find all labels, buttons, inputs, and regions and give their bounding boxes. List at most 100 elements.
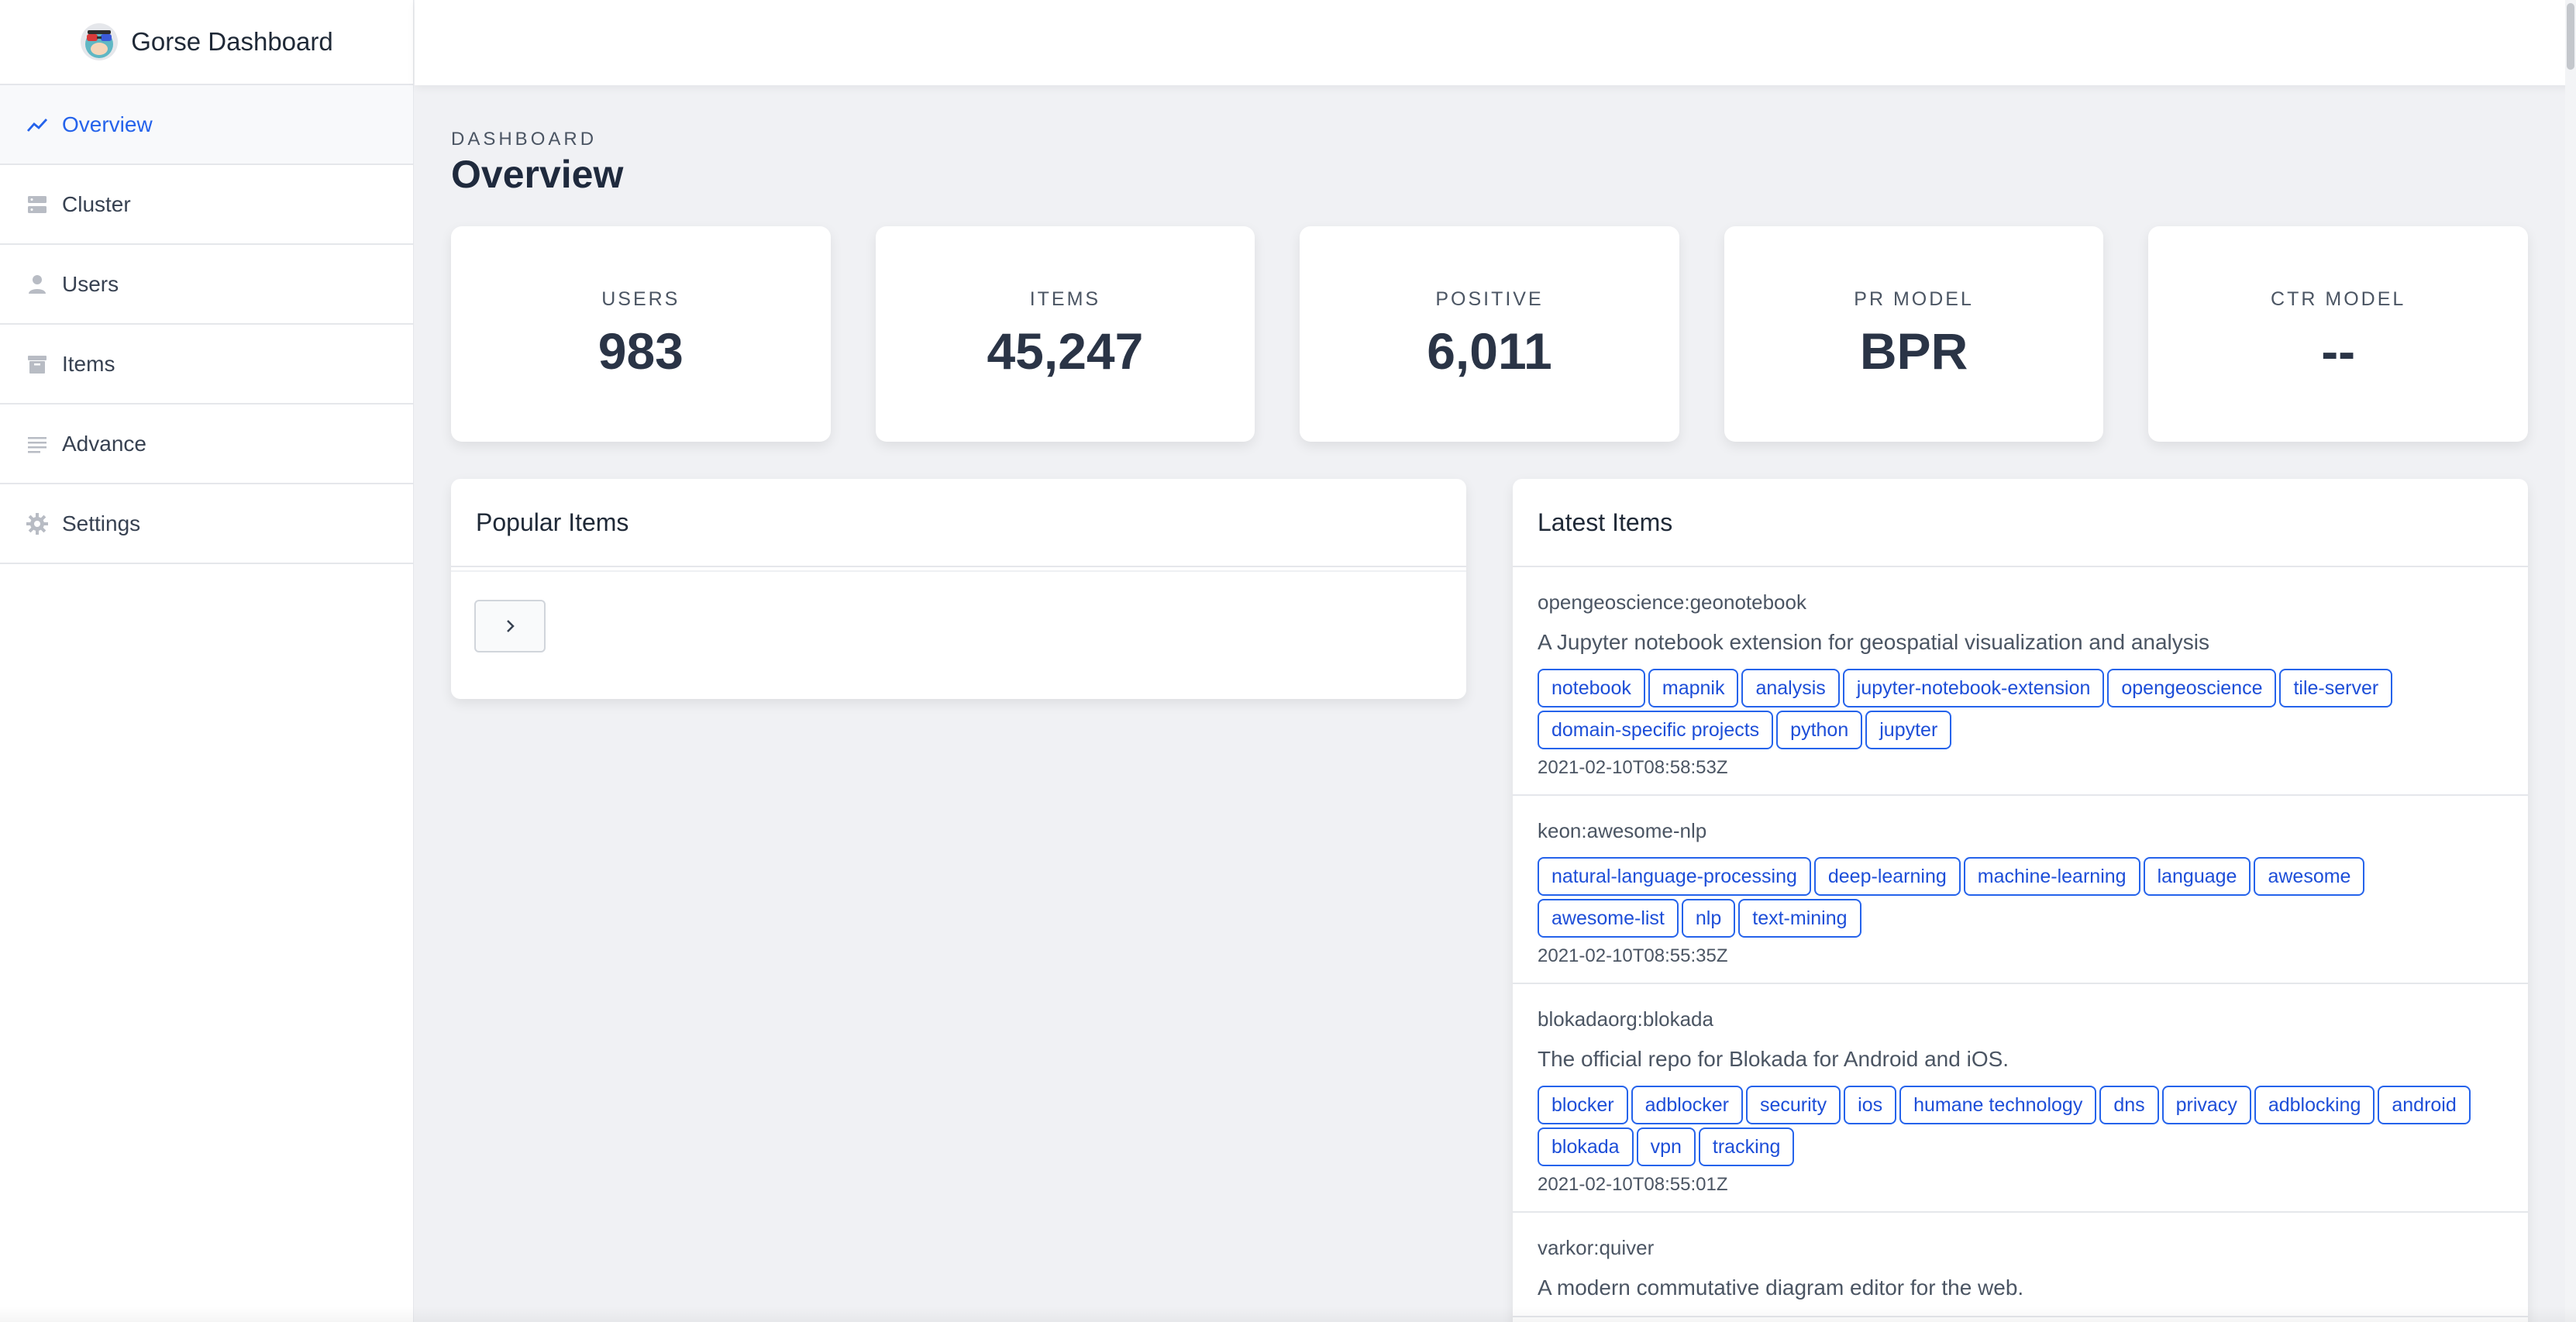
stat-card-ctr-model: CTR MODEL -- [2148,226,2528,442]
item-name: keon:awesome-nlp [1538,819,1707,842]
item-tag[interactable]: adblocking [2254,1086,2375,1124]
gorse-logo-icon [81,23,119,60]
chevron-right-icon [507,620,515,632]
item-tag[interactable]: android [2378,1086,2471,1124]
stats-row: USERS 983 ITEMS 45,247 POSITIVE 6,011 PR MODEL… [451,226,2528,442]
item-tag[interactable]: text-mining [1738,899,1861,938]
latest-items-panel: Latest Items opengeoscience:geonotebook A… [1513,479,2528,1322]
content-row: Popular Items Latest Items opengeoscienc… [451,479,2528,1322]
item-tag[interactable]: jupyter [1865,711,1952,749]
item-tag[interactable]: ios [1844,1086,1897,1124]
item-tag[interactable]: dns [2099,1086,2159,1124]
item-tag[interactable]: deep-learning [1813,857,1961,896]
sidebar-nav: Overview Cluster Users Items Advance Settings [0,85,413,564]
archive-icon [25,352,50,377]
item-name: opengeoscience:geonotebook [1538,590,1806,614]
stat-label: PR MODEL [1854,287,1974,310]
item-tag[interactable]: mapnik [1648,669,1739,707]
stat-card-users: USERS 983 [451,226,831,442]
sidebar-item-advance[interactable]: Advance [0,405,413,484]
item-description: A modern commutative diagram editor for … [1538,1276,2024,1300]
latest-items-list: opengeoscience:geonotebook A Jupyter note… [1513,567,2528,1317]
stat-value: 45,247 [987,322,1144,380]
item-tag[interactable]: opengeoscience [2107,669,2277,707]
popular-items-panel: Popular Items [451,479,1466,699]
sidebar-item-label: Overview [62,112,153,136]
item-tag[interactable]: vpn [1636,1127,1696,1166]
stat-card-pr-model: PR MODEL BPR [1724,226,2104,442]
gear-icon [25,511,50,536]
item-tag[interactable]: adblocker [1631,1086,1743,1124]
item-tag[interactable]: natural-language-processing [1538,857,1811,896]
item-timestamp: 2021-02-10T08:58:53Z [1538,757,1728,778]
sidebar-item-label: Items [62,351,115,376]
next-page-button[interactable] [474,600,546,652]
item-tag[interactable]: tracking [1698,1127,1795,1166]
brand[interactable]: Gorse Dashboard [0,0,413,85]
item-tag[interactable]: jupyter-notebook-extension [1842,669,2105,707]
latest-items-title: Latest Items [1513,479,2528,567]
popular-items-title: Popular Items [451,479,1466,567]
item-tag[interactable]: awesome [2254,857,2365,896]
list-item: keon:awesome-nlp natural-language-process… [1513,796,2528,984]
sidebar-item-overview[interactable]: Overview [0,85,413,165]
scrollbar-thumb[interactable] [2567,3,2574,70]
sidebar-item-cluster[interactable]: Cluster [0,165,413,245]
stat-value: 983 [598,322,684,380]
trend-icon [25,112,50,137]
server-icon [25,192,50,217]
item-tags: blocker adblocker security ios humane techno… [1538,1086,2503,1166]
app-root: Gorse Dashboard Overview Cluster Users Item… [0,0,2576,1322]
list-item: opengeoscience:geonotebook A Jupyter note… [1513,567,2528,796]
stat-card-positive: POSITIVE 6,011 [1300,226,1679,442]
stat-value: 6,011 [1427,322,1552,380]
item-description: A Jupyter notebook extension for geospat… [1538,630,2209,654]
user-icon [25,272,50,297]
item-timestamp: 2021-02-10T08:55:35Z [1538,945,1728,966]
item-tag[interactable]: machine-learning [1963,857,2140,896]
list-item: varkor:quiver A modern commutative diagra… [1513,1213,2528,1317]
item-tag[interactable]: awesome-list [1538,899,1679,938]
item-tag[interactable]: language [2143,857,2251,896]
item-timestamp: 2021-02-10T08:55:01Z [1538,1174,1728,1195]
stat-label: CTR MODEL [2271,287,2406,310]
sidebar-item-label: Settings [62,511,141,535]
item-tags: notebook mapnik analysis jupyter-notebook-e… [1538,669,2503,749]
item-tag[interactable]: blokada [1538,1127,1634,1166]
item-name: blokadaorg:blokada [1538,1007,1713,1031]
sidebar-item-label: Advance [62,431,146,456]
stat-label: USERS [601,287,680,310]
page-scrollbar[interactable] [2565,0,2576,1322]
item-tag[interactable]: python [1776,711,1863,749]
list-icon [25,432,50,456]
stat-card-items: ITEMS 45,247 [875,226,1255,442]
sidebar-item-label: Cluster [62,191,131,216]
popular-items-body [451,570,1466,699]
item-tag[interactable]: analysis [1741,669,1840,707]
item-tag[interactable]: notebook [1538,669,1645,707]
item-tag[interactable]: privacy [2161,1086,2251,1124]
item-tags: natural-language-processing deep-learning… [1538,857,2503,938]
sidebar: Gorse Dashboard Overview Cluster Users Item… [0,0,414,1322]
item-tag[interactable]: domain-specific projects [1538,711,1774,749]
item-name: varkor:quiver [1538,1236,1655,1259]
stat-value: BPR [1859,322,1968,380]
stat-value: -- [2321,322,2356,380]
sidebar-item-label: Users [62,271,119,296]
sidebar-item-users[interactable]: Users [0,245,413,325]
item-tag[interactable]: humane technology [1899,1086,2097,1124]
sidebar-item-items[interactable]: Items [0,325,413,405]
stat-label: ITEMS [1029,287,1101,310]
bottom-shade [0,1307,2576,1322]
top-bar [415,0,2576,85]
page-title: Overview [451,153,624,196]
page-eyebrow: DASHBOARD [451,129,598,150]
item-tag[interactable]: blocker [1538,1086,1628,1124]
stat-label: POSITIVE [1435,287,1544,310]
main-content: DASHBOARD Overview USERS 983 ITEMS 45,247 PO… [451,85,2528,1322]
item-tag[interactable]: nlp [1681,899,1736,938]
item-tag[interactable]: security [1746,1086,1841,1124]
app-title: Gorse Dashboard [131,27,333,56]
item-tag[interactable]: tile-server [2279,669,2393,707]
sidebar-item-settings[interactable]: Settings [0,484,413,564]
